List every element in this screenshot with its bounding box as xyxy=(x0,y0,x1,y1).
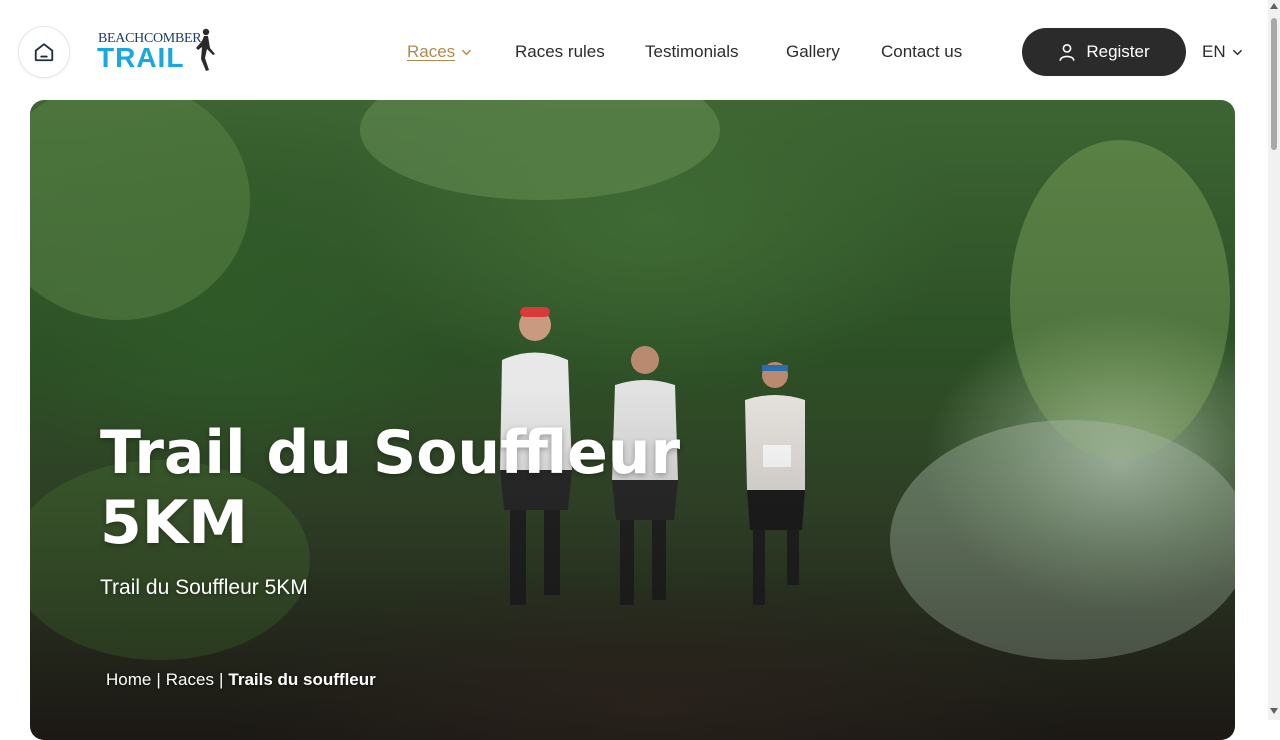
home-icon xyxy=(34,43,54,62)
breadcrumb-home[interactable]: Home xyxy=(106,670,151,690)
nav-item-label: Gallery xyxy=(786,42,840,61)
nav-item-label: Contact us xyxy=(881,42,963,61)
chevron-down-icon xyxy=(462,49,471,56)
page-title: Trail du Souffleur 5KM xyxy=(100,418,681,558)
site-logo[interactable]: BEACHCOMBER TRAIL xyxy=(97,28,221,74)
nav-item-label: Races xyxy=(407,42,456,61)
breadcrumb-current: Trails du souffleur xyxy=(228,670,376,689)
scrollbar-thumb[interactable] xyxy=(1271,18,1277,150)
site-header: BEACHCOMBER TRAIL Races Races rules Test… xyxy=(0,0,1268,100)
breadcrumb-separator: | xyxy=(156,670,161,689)
nav-item-races-rules[interactable]: Races rules xyxy=(515,40,605,64)
logo-line2: TRAIL xyxy=(97,42,185,73)
nav-item-testimonials[interactable]: Testimonials xyxy=(645,40,739,64)
language-selector[interactable]: EN xyxy=(1202,40,1243,64)
breadcrumb-separator: | xyxy=(218,670,224,689)
runner-logo-icon xyxy=(196,28,215,71)
nav-item-races[interactable]: Races xyxy=(407,40,455,64)
breadcrumb-races[interactable]: Races xyxy=(166,670,214,690)
nav-item-label: Testimonials xyxy=(645,42,739,61)
register-button[interactable]: Register xyxy=(1022,28,1186,76)
breadcrumb: Home | Races | Trails du souffleur xyxy=(106,670,376,690)
user-icon xyxy=(1059,43,1075,61)
page-subtitle: Trail du Souffleur 5KM xyxy=(100,576,308,599)
scroll-up-arrow-icon[interactable] xyxy=(1270,3,1278,9)
hero-banner: Trail du Souffleur 5KM Trail du Souffleu… xyxy=(30,100,1235,740)
chevron-down-icon xyxy=(1232,49,1242,55)
nav-item-gallery[interactable]: Gallery xyxy=(786,40,840,64)
nav-item-contact-us[interactable]: Contact us xyxy=(881,40,962,64)
page-scrollbar[interactable] xyxy=(1268,0,1280,720)
home-button[interactable] xyxy=(18,26,70,78)
scroll-down-arrow-icon[interactable] xyxy=(1270,708,1278,714)
language-label: EN xyxy=(1202,42,1226,61)
nav-item-label: Races rules xyxy=(515,42,605,61)
register-label: Register xyxy=(1086,42,1150,61)
